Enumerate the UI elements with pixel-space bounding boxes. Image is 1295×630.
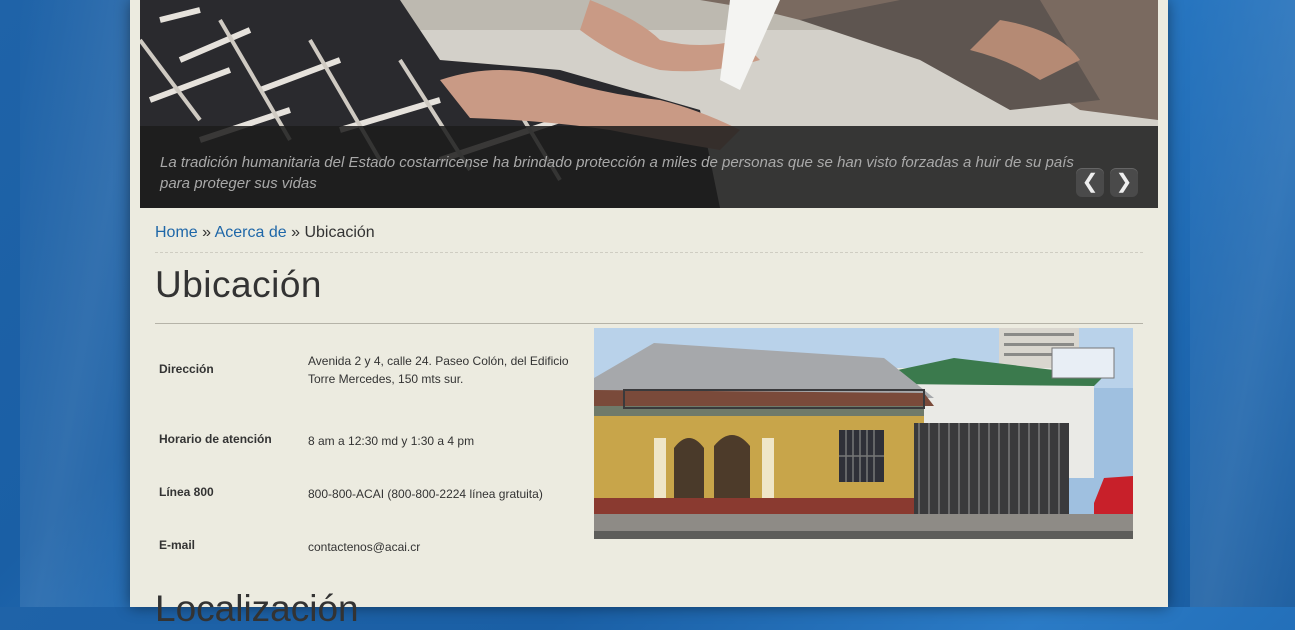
title-divider	[155, 323, 1143, 324]
page-container: La tradición humanitaria del Estado cost…	[130, 0, 1168, 629]
info-label: Horario de atención	[159, 432, 272, 446]
building-photo	[594, 328, 1133, 539]
breadcrumb-separator: »	[286, 224, 305, 241]
slider-caption-text: La tradición humanitaria del Estado cost…	[160, 154, 1074, 192]
slider-prev-button[interactable]: ❮	[1076, 168, 1104, 197]
info-value[interactable]: contactenos@acai.cr	[308, 538, 580, 556]
breadcrumb-about-link[interactable]: Acerca de	[215, 224, 287, 241]
breadcrumb-current: Ubicación	[304, 224, 375, 241]
info-value: 8 am a 12:30 md y 1:30 a 4 pm	[308, 434, 475, 448]
section-heading-localizacion: Localización	[155, 588, 359, 629]
breadcrumb: Home » Acerca de » Ubicación	[155, 224, 1143, 253]
hero-slider: La tradición humanitaria del Estado cost…	[140, 0, 1158, 208]
breadcrumb-separator: »	[197, 224, 215, 241]
breadcrumb-home-link[interactable]: Home	[155, 224, 198, 241]
info-label: Dirección	[159, 362, 214, 376]
background-streak	[1190, 0, 1295, 607]
info-label: Línea 800	[159, 485, 214, 499]
info-value: Avenida 2 y 4, calle 24. Paseo Colón, de…	[308, 354, 569, 386]
info-label: E-mail	[159, 538, 196, 552]
slider-caption-bar: La tradición humanitaria del Estado cost…	[140, 126, 1158, 208]
page-title: Ubicación	[155, 264, 322, 305]
info-value: 800-800-ACAI (800-800-2224 línea gratuit…	[308, 487, 543, 501]
slider-next-button[interactable]: ❯	[1110, 168, 1138, 197]
